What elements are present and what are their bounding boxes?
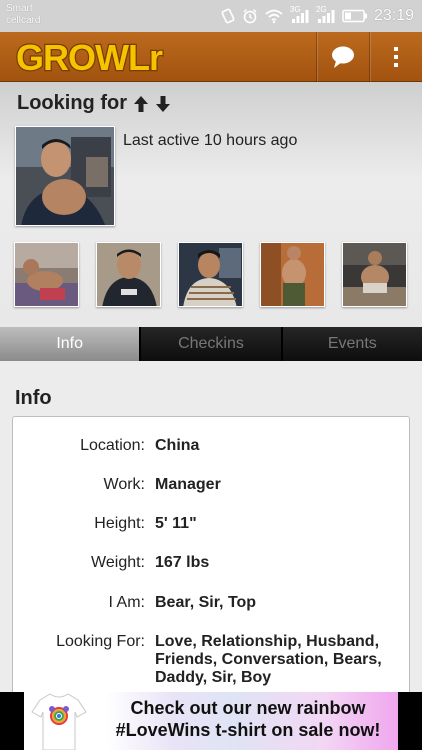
info-section: Info Location: China Work: Manager Heigh…	[0, 361, 422, 716]
status-bar: Smart cellcard 3G 2G 23:19	[0, 0, 422, 32]
profile-photo-main[interactable]	[15, 126, 115, 226]
tab-events[interactable]: Events	[282, 327, 422, 361]
more-vert-icon	[394, 47, 398, 67]
ad-text: Check out our new rainbow #LoveWins t-sh…	[98, 697, 398, 741]
signal-bars-icon	[317, 10, 335, 23]
info-heading: Info	[15, 387, 52, 409]
info-row-key: Work:	[103, 476, 145, 493]
photo-thumbnail[interactable]	[14, 242, 79, 307]
tab-checkins[interactable]: Checkins	[141, 327, 283, 361]
last-active-text: Last active 10 hours ago	[123, 132, 298, 149]
overflow-menu-button[interactable]	[370, 32, 422, 82]
growlr-logo[interactable]: GROWLr	[14, 36, 194, 78]
arrow-up-icon	[133, 95, 148, 112]
battery-icon	[342, 9, 367, 23]
tab-info[interactable]: Info	[0, 327, 142, 361]
ad-line2: #LoveWins t-shirt on sale now!	[115, 720, 381, 740]
alarm-icon	[243, 9, 257, 24]
signal-3g: 3G	[290, 5, 310, 24]
info-row-value: Bear, Sir, Top	[155, 594, 257, 611]
ad-banner[interactable]: Check out our new rainbow #LoveWins t-sh…	[0, 692, 422, 750]
looking-for-title: Looking for	[17, 92, 171, 115]
ad-line1: Check out our new rainbow	[130, 698, 366, 718]
chat-bubble-icon	[332, 46, 354, 68]
looking-for-label: Looking for	[17, 92, 127, 114]
clock: 23:19	[373, 7, 414, 24]
arrow-down-icon	[155, 95, 170, 112]
info-row-key: Height:	[94, 515, 145, 532]
info-row-key: Weight:	[91, 554, 145, 571]
photo-thumbnail[interactable]	[342, 242, 407, 307]
ad-banner-content[interactable]: Check out our new rainbow #LoveWins t-sh…	[24, 692, 398, 750]
info-row-key: Location:	[80, 437, 145, 454]
thumbnail-image	[261, 243, 324, 306]
photo-thumbnail[interactable]	[96, 242, 161, 307]
profile-tabs: Info Checkins Events	[0, 327, 422, 361]
logo-text: GROWLr	[16, 37, 163, 78]
carrier-label: Smart cellcard	[6, 3, 40, 27]
tshirt-image	[31, 693, 87, 750]
status-icons: 3G 2G 23:19	[220, 5, 414, 26]
info-row-value: Manager	[155, 476, 221, 493]
info-row-key: I Am:	[108, 594, 145, 611]
carrier-line2: cellcard	[6, 15, 41, 26]
photo-thumbnails	[14, 242, 408, 308]
signal-2g: 2G	[316, 5, 336, 24]
info-row-value: Love, Relationship, Husband, Friends, Co…	[155, 633, 382, 686]
thumbnail-image	[343, 243, 406, 306]
info-row-value: 167 lbs	[155, 554, 210, 571]
info-row-key: Looking For:	[56, 633, 145, 650]
info-row-value: China	[155, 437, 200, 454]
photo-thumbnail[interactable]	[260, 242, 325, 307]
profile-header: Looking for Last active 10 hours ago	[0, 82, 422, 327]
thumbnail-image	[15, 243, 78, 306]
photo-thumbnail[interactable]	[178, 242, 243, 307]
wifi-icon	[265, 9, 283, 24]
signal-bars-icon	[291, 10, 309, 23]
thumbnail-image	[179, 243, 242, 306]
chat-button[interactable]	[317, 32, 369, 82]
profile-photo-image	[16, 127, 114, 225]
info-row-value: 5' 11"	[155, 515, 197, 532]
vibrate-icon	[221, 8, 235, 24]
info-card: Location: China Work: Manager Height: 5'…	[12, 416, 410, 716]
app-bar: GROWLr	[0, 32, 422, 82]
thumbnail-image	[97, 243, 160, 306]
carrier-line1: Smart	[6, 3, 33, 14]
